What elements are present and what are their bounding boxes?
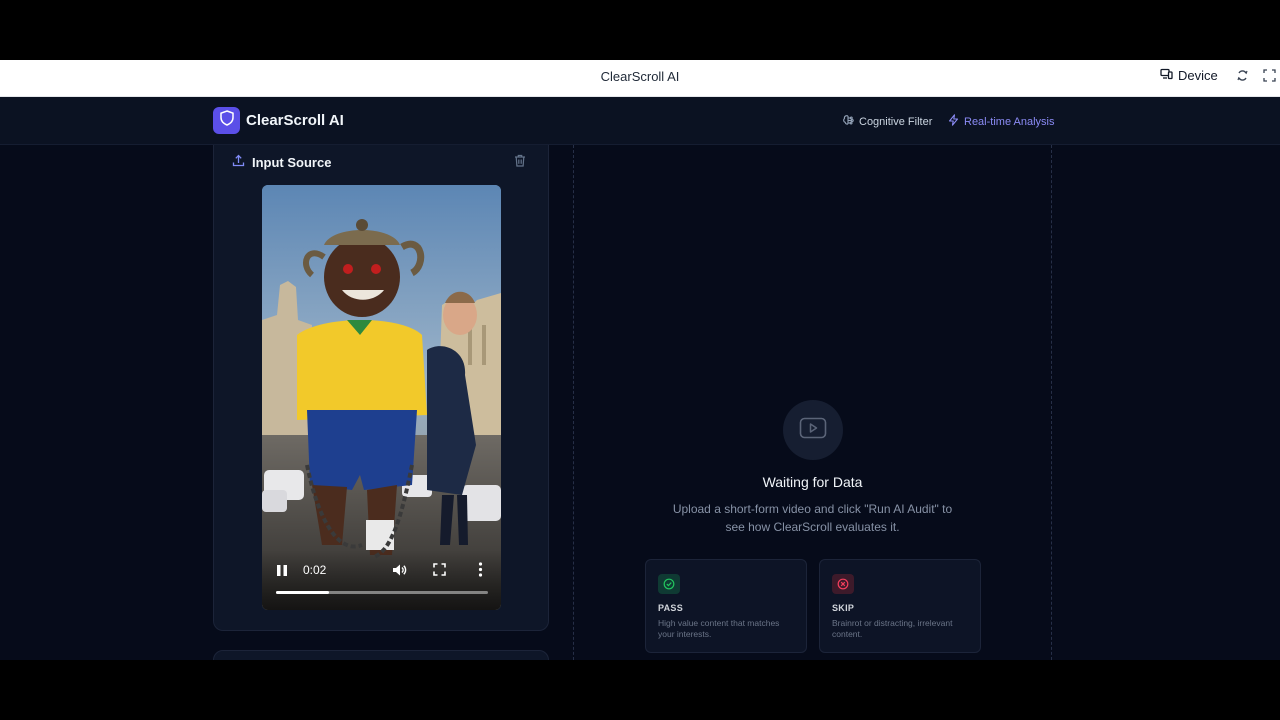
video-frame: [262, 185, 501, 610]
fullscreen-icon[interactable]: [433, 563, 446, 581]
pause-icon[interactable]: [276, 564, 288, 582]
check-circle-icon: [658, 574, 680, 594]
x-circle-icon: [832, 574, 854, 594]
card-title: Input Source: [252, 154, 332, 170]
input-source-card: Input Source 0:02: [213, 145, 549, 631]
pass-description: High value content that matches your int…: [658, 618, 780, 639]
results-panel: Waiting for Data Upload a short-form vid…: [573, 145, 1052, 660]
browser-toolbar: ClearScroll AI Device: [0, 60, 1280, 97]
brand-name: ClearScroll AI: [246, 112, 344, 129]
device-icon: [1160, 68, 1173, 83]
screen-frame: ClearScroll AI Device ClearScroll AI Cog…: [0, 0, 1280, 720]
video-progress-bar[interactable]: [276, 591, 488, 594]
nav-link-label: Cognitive Filter: [859, 115, 933, 128]
video-player[interactable]: 0:02: [262, 185, 501, 610]
nav-link-cognitive-filter[interactable]: Cognitive Filter: [842, 114, 932, 129]
volume-icon[interactable]: [392, 563, 407, 582]
pass-tile: PASS High value content that matches you…: [645, 559, 807, 653]
skip-description: Brainrot or distracting, irrelevant cont…: [832, 618, 953, 639]
device-label: Device: [1178, 68, 1218, 83]
lightning-icon: [948, 114, 959, 129]
app-viewport: ClearScroll AI Cognitive Filter Real-tim…: [0, 97, 1280, 660]
pass-label: PASS: [658, 603, 684, 613]
video-play-icon: [799, 417, 827, 444]
video-progress-fill: [276, 591, 329, 594]
nav-link-real-time-analysis[interactable]: Real-time Analysis: [948, 114, 1054, 129]
nav-link-label: Real-time Analysis: [964, 115, 1055, 128]
window-title: ClearScroll AI: [600, 69, 680, 84]
upload-icon: [232, 154, 245, 170]
video-time: 0:02: [303, 563, 327, 577]
video-controls: [262, 550, 501, 610]
logo[interactable]: [213, 107, 240, 134]
brain-icon: [842, 114, 854, 129]
top-navbar: ClearScroll AI Cognitive Filter Real-tim…: [0, 97, 1280, 145]
secondary-card: [213, 650, 549, 660]
rotate-icon[interactable]: [1236, 69, 1249, 87]
shield-icon: [219, 110, 234, 131]
trash-icon[interactable]: [514, 154, 526, 172]
fullscreen-icon[interactable]: [1263, 69, 1276, 87]
skip-label: SKIP: [832, 603, 855, 613]
more-options-icon[interactable]: [478, 562, 483, 582]
placeholder-icon-circle: [783, 400, 843, 460]
skip-tile: SKIP Brainrot or distracting, irrelevant…: [819, 559, 981, 653]
waiting-subtitle: Upload a short-form video and click "Run…: [672, 502, 953, 534]
card-header: Input Source: [232, 154, 331, 170]
waiting-title: Waiting for Data: [762, 474, 863, 490]
device-toggle-button[interactable]: Device: [1160, 68, 1218, 83]
